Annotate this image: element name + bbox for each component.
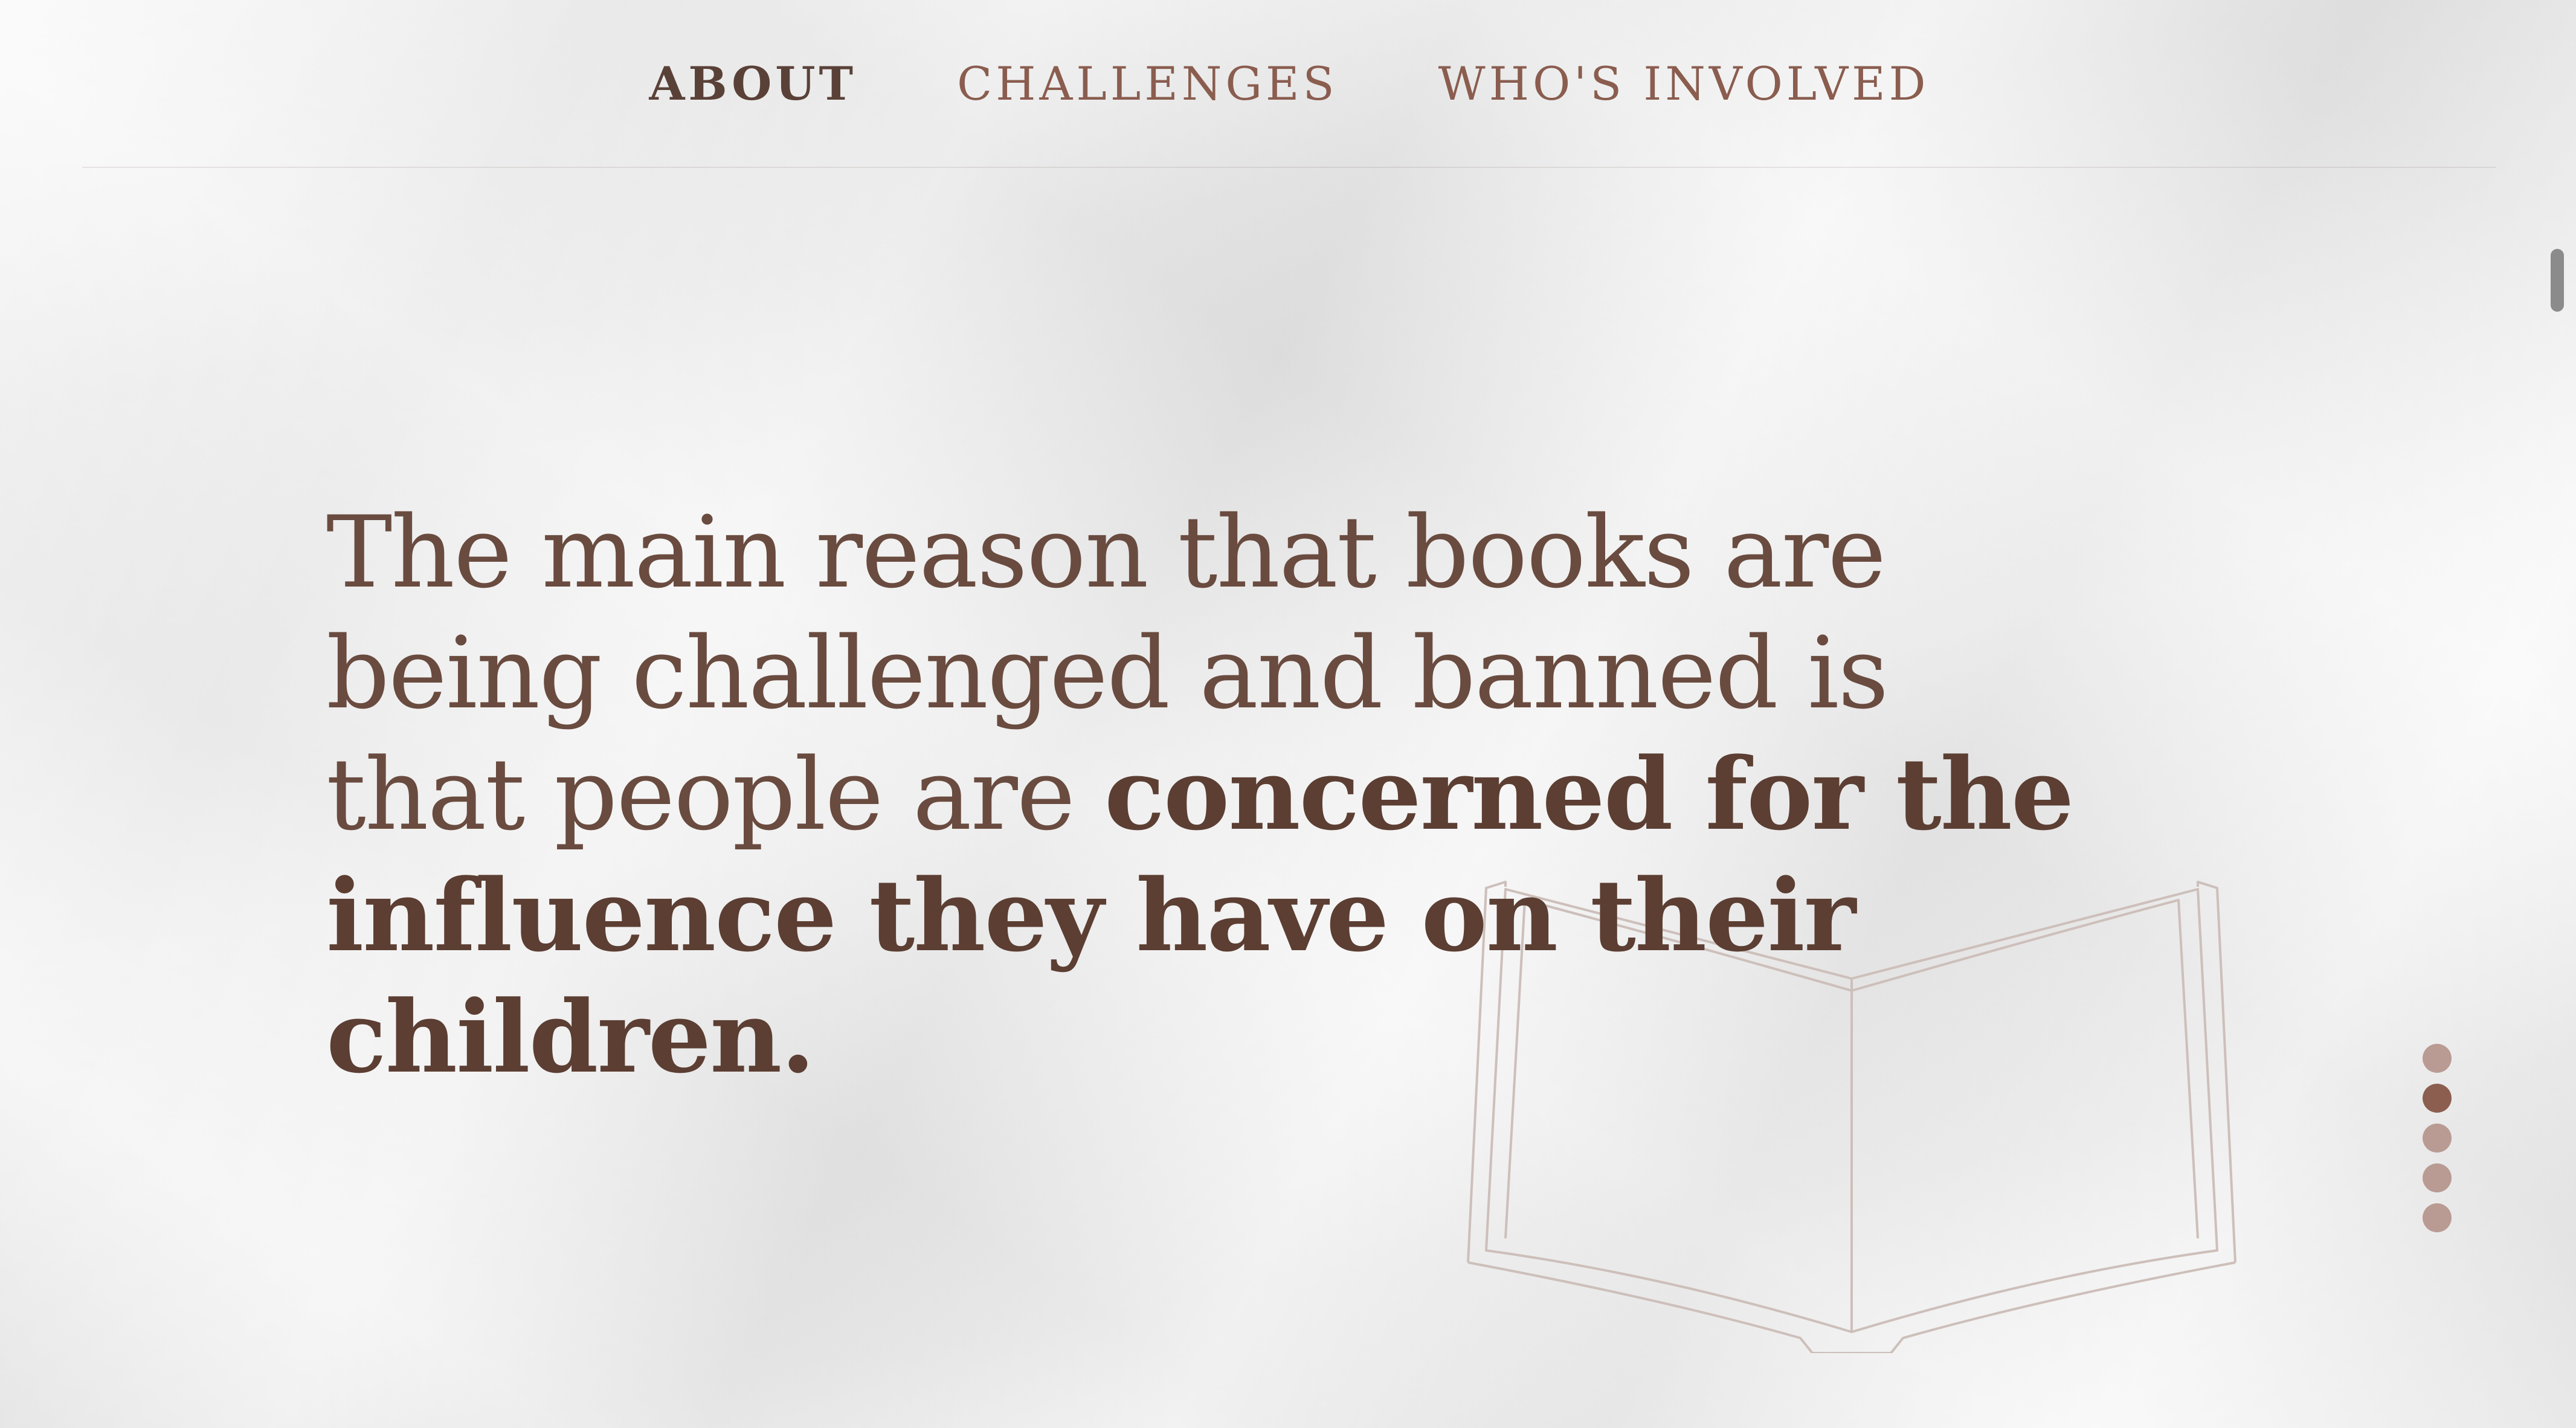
hero-quote: The main reason that books are being cha… (326, 492, 2078, 1098)
nav-item-about[interactable]: ABOUT (649, 57, 857, 111)
section-dot-2[interactable] (2423, 1084, 2452, 1113)
top-navigation: ABOUT CHALLENGES WHO'S INVOLVED (82, 0, 2496, 168)
scrollbar-thumb[interactable] (2551, 249, 2564, 312)
section-dot-1[interactable] (2423, 1044, 2452, 1073)
section-dot-5[interactable] (2423, 1203, 2452, 1232)
section-dot-4[interactable] (2423, 1163, 2452, 1192)
nav-item-whos-involved[interactable]: WHO'S INVOLVED (1438, 57, 1930, 111)
nav-item-challenges[interactable]: CHALLENGES (957, 57, 1338, 111)
section-dot-3[interactable] (2423, 1124, 2452, 1153)
section-pagination (2423, 1044, 2452, 1232)
